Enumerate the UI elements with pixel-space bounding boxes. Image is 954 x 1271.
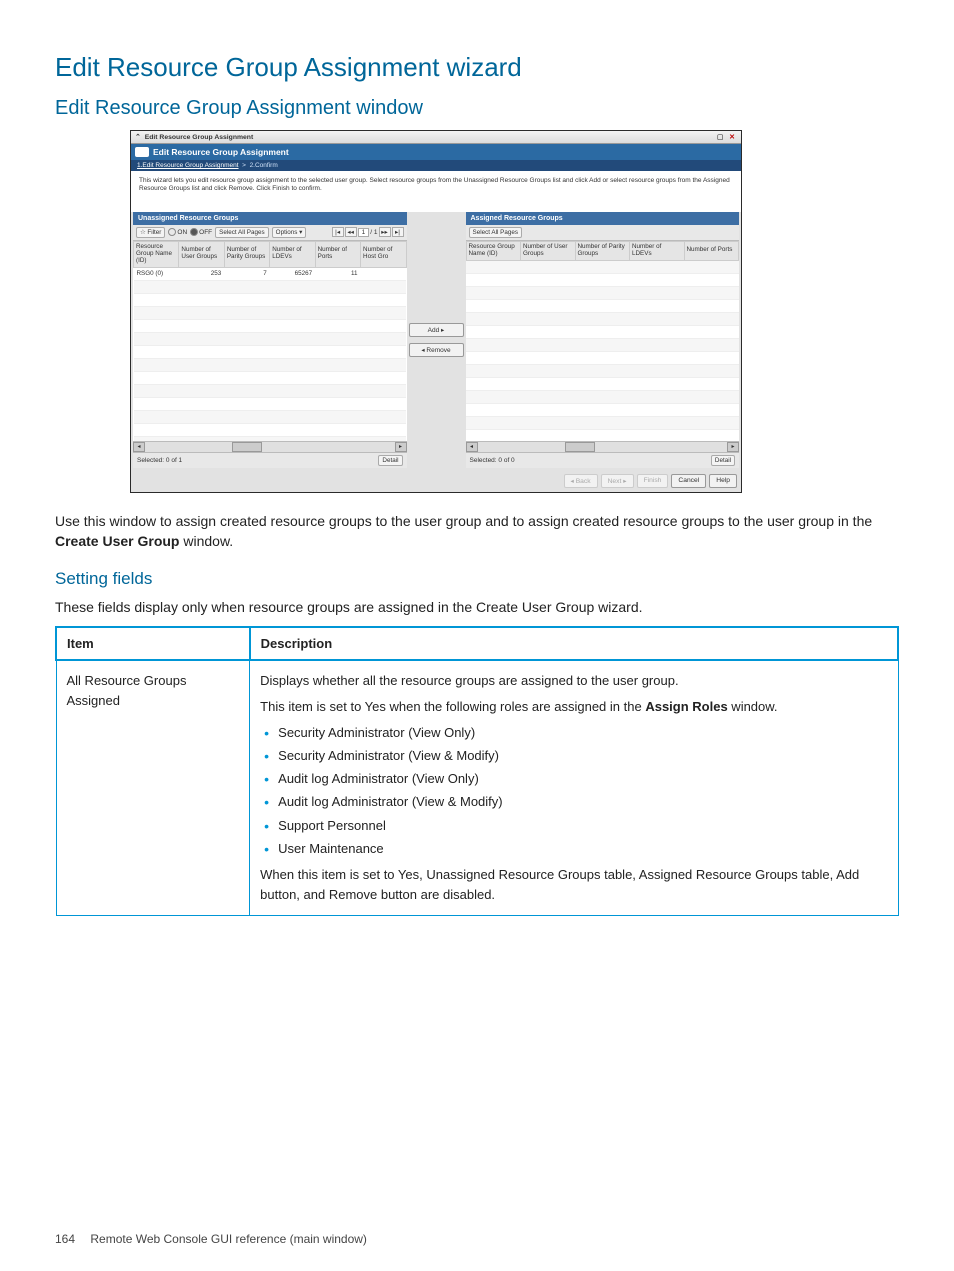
wizard-footer: ◂ Back Next ▸ Finish Cancel Help bbox=[131, 470, 741, 492]
body-paragraph: Use this window to assign created resour… bbox=[55, 511, 899, 552]
item-cell: All Resource Groups Assigned bbox=[56, 660, 250, 916]
scrollbar[interactable]: ◂▸ bbox=[466, 441, 740, 452]
breadcrumb: 1.Edit Resource Group Assignment > 2.Con… bbox=[131, 160, 741, 171]
setting-fields-intro: These fields display only when resource … bbox=[55, 597, 899, 617]
page-total: / 1 bbox=[370, 229, 377, 236]
detail-button[interactable]: Detail bbox=[711, 455, 735, 466]
table-row[interactable]: RSG0 (0) 253 7 65267 11 bbox=[134, 267, 407, 280]
page-number: 164 bbox=[55, 1232, 75, 1246]
remove-button[interactable]: ◂ Remove bbox=[409, 343, 464, 357]
list-item: Audit log Administrator (View & Modify) bbox=[260, 792, 887, 812]
collapse-icon[interactable]: ⌃ bbox=[135, 133, 141, 141]
page-first-icon[interactable]: |◂ bbox=[332, 227, 344, 237]
unassigned-table[interactable]: Resource Group Name (ID) Number of User … bbox=[133, 241, 407, 441]
page-footer: 164 Remote Web Console GUI reference (ma… bbox=[55, 1232, 367, 1246]
list-item: Security Administrator (View Only) bbox=[260, 723, 887, 743]
list-item: Security Administrator (View & Modify) bbox=[260, 746, 887, 766]
select-all-button[interactable]: Select All Pages bbox=[469, 227, 523, 238]
list-item: Support Personnel bbox=[260, 816, 887, 836]
col-ldevs[interactable]: Number of LDEVs bbox=[270, 241, 315, 267]
page-prev-icon[interactable]: ◂◂ bbox=[345, 227, 357, 237]
col-ports[interactable]: Number of Ports bbox=[684, 241, 739, 260]
col-item: Item bbox=[56, 627, 250, 660]
transfer-buttons: Add ▸ ◂ Remove bbox=[409, 212, 464, 468]
window-titlebar: ⌃ Edit Resource Group Assignment ▢ ✕ bbox=[131, 131, 741, 144]
selected-status: Selected: 0 of 0 bbox=[470, 457, 515, 464]
col-parity-groups[interactable]: Number of Parity Groups bbox=[224, 241, 269, 267]
col-parity-groups[interactable]: Number of Parity Groups bbox=[575, 241, 630, 260]
page-current[interactable]: 1 bbox=[358, 228, 370, 237]
options-button[interactable]: Options ▾ bbox=[272, 227, 307, 238]
filter-button[interactable]: ☆ Filter bbox=[136, 227, 165, 238]
finish-button[interactable]: Finish bbox=[637, 474, 669, 488]
col-rg-name[interactable]: Resource Group Name (ID) bbox=[466, 241, 521, 260]
back-button[interactable]: ◂ Back bbox=[564, 474, 598, 488]
col-rg-name[interactable]: Resource Group Name (ID) bbox=[134, 241, 179, 267]
page-last-icon[interactable]: ▸| bbox=[392, 227, 404, 237]
assigned-panel: Assigned Resource Groups Select All Page… bbox=[466, 212, 740, 468]
add-button[interactable]: Add ▸ bbox=[409, 323, 464, 337]
unassigned-title: Unassigned Resource Groups bbox=[133, 212, 407, 225]
col-user-groups[interactable]: Number of User Groups bbox=[179, 241, 224, 267]
scrollbar[interactable]: ◂▸ bbox=[133, 441, 407, 452]
maximize-icon[interactable]: ▢ bbox=[715, 133, 725, 141]
setting-fields-heading: Setting fields bbox=[55, 569, 899, 589]
next-button[interactable]: Next ▸ bbox=[601, 474, 634, 488]
filter-on-radio[interactable]: ON bbox=[168, 228, 187, 236]
unassigned-panel: Unassigned Resource Groups ☆ Filter ON O… bbox=[133, 212, 407, 468]
assigned-table[interactable]: Resource Group Name (ID) Number of User … bbox=[466, 241, 740, 441]
cancel-button[interactable]: Cancel bbox=[671, 474, 706, 488]
section-subtitle: Edit Resource Group Assignment window bbox=[55, 97, 899, 120]
footer-reference: Remote Web Console GUI reference (main w… bbox=[90, 1232, 367, 1246]
col-description: Description bbox=[250, 627, 898, 660]
list-item: User Maintenance bbox=[260, 839, 887, 859]
col-host-groups[interactable]: Number of Host Gro bbox=[361, 241, 406, 267]
wizard-instructions: This wizard lets you edit resource group… bbox=[131, 171, 741, 212]
wizard-screenshot: ⌃ Edit Resource Group Assignment ▢ ✕ Edi… bbox=[130, 130, 742, 493]
wizard-title: Edit Resource Group Assignment bbox=[153, 147, 289, 157]
page-title: Edit Resource Group Assignment wizard bbox=[55, 52, 899, 83]
col-ports[interactable]: Number of Ports bbox=[315, 241, 360, 267]
detail-button[interactable]: Detail bbox=[378, 455, 402, 466]
window-title: Edit Resource Group Assignment bbox=[145, 134, 254, 141]
hp-logo-icon bbox=[135, 147, 149, 157]
select-all-button[interactable]: Select All Pages bbox=[215, 227, 269, 238]
breadcrumb-step-1[interactable]: 1.Edit Resource Group Assignment bbox=[137, 162, 239, 169]
help-button[interactable]: Help bbox=[709, 474, 737, 488]
breadcrumb-step-2[interactable]: 2.Confirm bbox=[250, 162, 278, 169]
assigned-title: Assigned Resource Groups bbox=[466, 212, 740, 225]
filter-off-radio[interactable]: OFF bbox=[190, 228, 212, 236]
close-icon[interactable]: ✕ bbox=[727, 133, 737, 141]
selected-status: Selected: 0 of 1 bbox=[137, 457, 182, 464]
settings-table: Item Description All Resource Groups Ass… bbox=[55, 626, 899, 916]
list-item: Audit log Administrator (View Only) bbox=[260, 769, 887, 789]
col-user-groups[interactable]: Number of User Groups bbox=[521, 241, 576, 260]
col-ldevs[interactable]: Number of LDEVs bbox=[630, 241, 685, 260]
wizard-header: Edit Resource Group Assignment bbox=[131, 144, 741, 160]
description-cell: Displays whether all the resource groups… bbox=[250, 660, 898, 916]
page-next-icon[interactable]: ▸▸ bbox=[379, 227, 391, 237]
